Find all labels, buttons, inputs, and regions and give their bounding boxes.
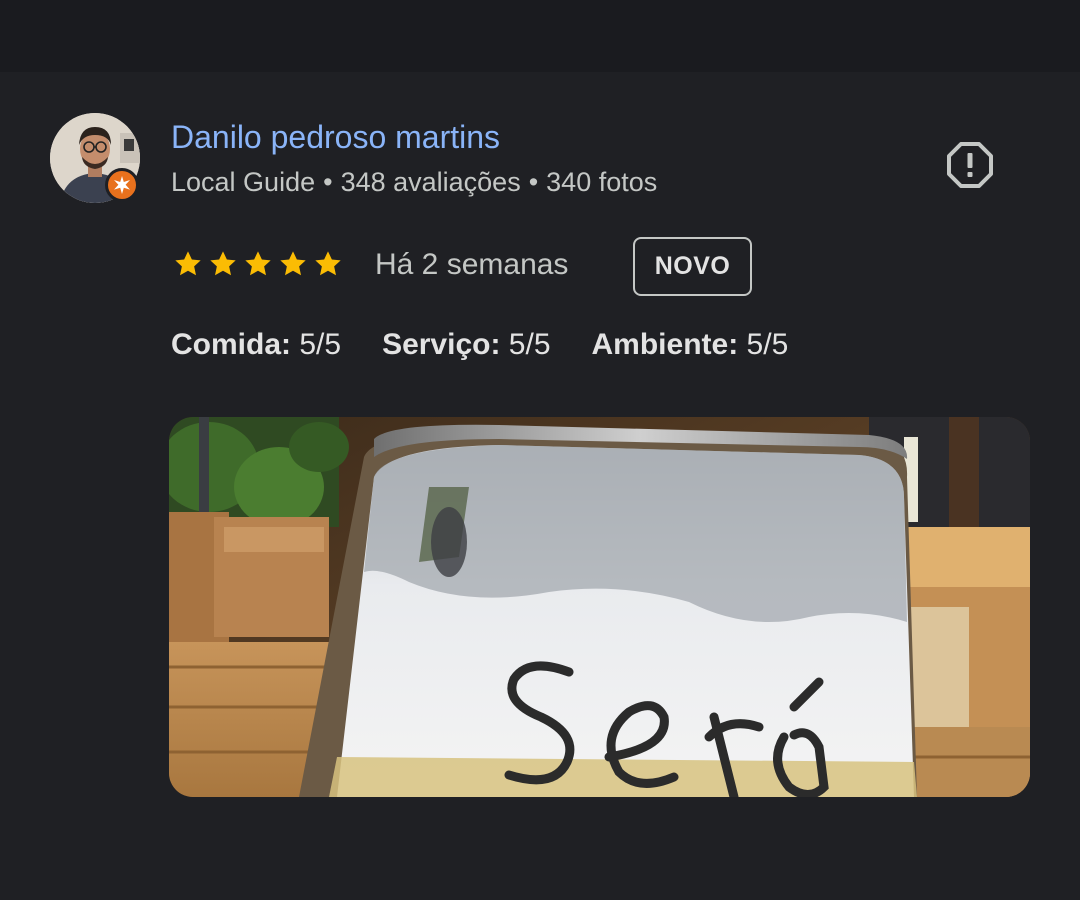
sub-rating-label: Ambiente: — [591, 328, 739, 361]
sub-rating-label: Comida: — [171, 328, 291, 361]
author-name[interactable]: Danilo pedroso martins — [171, 118, 500, 156]
sub-rating-value: 5/5 — [508, 328, 551, 361]
report-flag-icon[interactable] — [946, 141, 994, 189]
sub-rating-food: Comida: 5/5 — [171, 326, 341, 364]
star-icon — [245, 251, 271, 276]
meta-separator: • — [323, 167, 333, 197]
top-bar — [0, 0, 1080, 72]
sub-rating-value: 5/5 — [746, 328, 789, 361]
author-level: Local Guide — [171, 167, 316, 197]
author-review-count: 348 avaliações — [340, 167, 521, 197]
sub-rating-label: Serviço: — [382, 328, 501, 361]
sub-rating-service: Serviço: 5/5 — [382, 326, 550, 364]
author-photo-count: 340 fotos — [546, 167, 658, 197]
star-icon — [210, 251, 236, 276]
new-badge: NOVO — [633, 237, 752, 296]
review-photo[interactable] — [169, 417, 1030, 797]
avatar[interactable] — [50, 113, 140, 203]
sub-rating-value: 5/5 — [299, 328, 342, 361]
star-icon — [315, 251, 341, 276]
sub-ratings: Comida: 5/5 Serviço: 5/5 Ambiente: 5/5 — [171, 326, 788, 364]
star-icon — [280, 251, 306, 276]
local-guide-badge-icon — [105, 168, 139, 202]
meta-separator: • — [528, 167, 539, 197]
review-date: Há 2 semanas — [375, 248, 569, 281]
star-rating — [172, 248, 344, 282]
author-meta: Local Guide • 348 avaliações • 340 fotos — [171, 165, 657, 199]
star-icon — [175, 251, 201, 276]
sub-rating-ambience: Ambiente: 5/5 — [592, 326, 789, 364]
